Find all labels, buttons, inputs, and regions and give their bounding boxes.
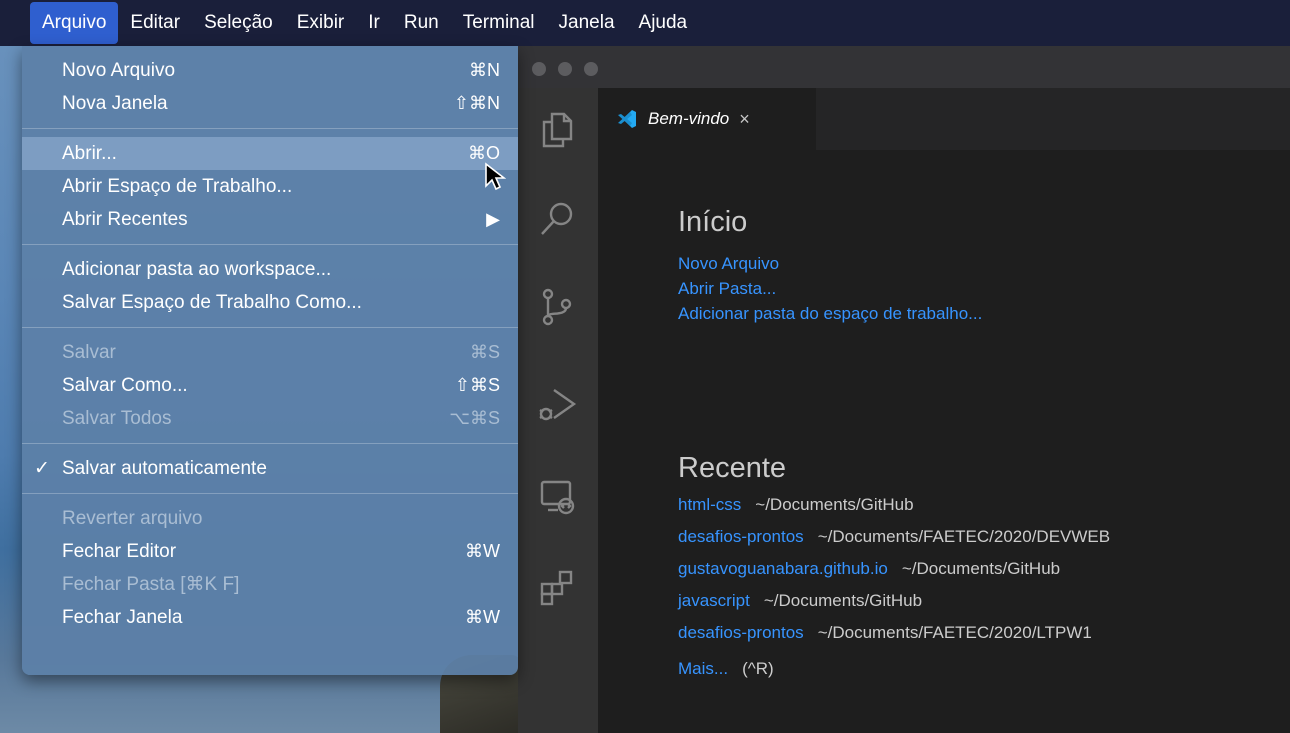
menu-item-label: Abrir Recentes [62, 209, 188, 230]
menu-item-revert-file: Reverter arquivo [22, 502, 518, 535]
menu-item-save: Salvar ⌘S [22, 336, 518, 369]
menu-item-shortcut: ⌘W [465, 607, 500, 627]
menu-item-save-workspace-as[interactable]: Salvar Espaço de Trabalho Como... [22, 286, 518, 319]
recent-item-path: ~/Documents/FAETEC/2020/DEVWEB [817, 527, 1111, 546]
menu-item-label: Salvar Todos [62, 408, 172, 429]
menu-item-label: Salvar Espaço de Trabalho Como... [62, 292, 362, 313]
menu-item-add-folder-workspace[interactable]: Adicionar pasta ao workspace... [22, 253, 518, 286]
vscode-window: Bem-vindo × Início Novo Arquivo Abrir Pa… [518, 46, 1290, 733]
tab-welcome[interactable]: Bem-vindo × [598, 88, 816, 150]
recent-item-path: ~/Documents/GitHub [755, 495, 914, 514]
recent-item-path: ~/Documents/FAETEC/2020/LTPW1 [817, 623, 1092, 642]
remote-explorer-icon[interactable] [534, 474, 580, 520]
file-menu-dropdown: Novo Arquivo ⌘N Nova Janela ⇧⌘N Abrir...… [22, 46, 518, 675]
menu-item-label: Reverter arquivo [62, 508, 203, 529]
close-window-dot[interactable] [532, 62, 546, 76]
menu-item-new-window[interactable]: Nova Janela ⇧⌘N [22, 87, 518, 120]
menu-item-save-all: Salvar Todos ⌥⌘S [22, 402, 518, 435]
menu-separator [22, 493, 518, 494]
add-workspace-folder-link[interactable]: Adicionar pasta do espaço de trabalho... [678, 301, 1278, 326]
menu-item-shortcut: ⌘W [465, 541, 500, 561]
mouse-cursor-icon [485, 162, 506, 191]
menu-run[interactable]: Run [392, 2, 451, 44]
menu-item-shortcut: ⇧⌘S [454, 375, 500, 395]
menu-item-shortcut: ⌘N [469, 60, 500, 80]
menu-item-shortcut: ⌘S [469, 342, 500, 362]
menu-separator [22, 443, 518, 444]
menu-ajuda[interactable]: Ajuda [627, 2, 700, 44]
menu-item-open-workspace[interactable]: Abrir Espaço de Trabalho... [22, 170, 518, 203]
menu-ir[interactable]: Ir [356, 2, 392, 44]
recent-item-name[interactable]: desafios-prontos [678, 623, 804, 642]
menu-item-label: Novo Arquivo [62, 60, 176, 81]
recent-item-name[interactable]: gustavoguanabara.github.io [678, 559, 888, 578]
welcome-page: Início Novo Arquivo Abrir Pasta... Adici… [678, 206, 1278, 685]
menu-item-close-window[interactable]: Fechar Janela ⌘W [22, 601, 518, 634]
menu-janela[interactable]: Janela [547, 2, 627, 44]
menu-separator [22, 244, 518, 245]
menu-item-save-as[interactable]: Salvar Como... ⇧⌘S [22, 369, 518, 402]
menu-item-autosave[interactable]: ✓ Salvar automaticamente [22, 452, 518, 485]
menu-item-open[interactable]: Abrir... ⌘O [22, 137, 518, 170]
menu-item-label: Abrir Espaço de Trabalho... [62, 176, 293, 197]
more-recent-row: Mais... (^R) [678, 653, 1278, 685]
recent-item: desafios-prontos ~/Documents/FAETEC/2020/… [678, 617, 1278, 649]
tab-label: Bem-vindo [648, 109, 730, 128]
checkmark-icon: ✓ [34, 458, 50, 479]
recent-item-name[interactable]: javascript [678, 591, 750, 610]
vscode-logo-icon [618, 110, 636, 128]
menu-item-close-folder: Fechar Pasta [⌘K F] [22, 568, 518, 601]
menu-item-label: Fechar Janela [62, 607, 183, 628]
recent-item-name[interactable]: html-css [678, 495, 741, 514]
more-recent-link[interactable]: Mais... [678, 659, 728, 678]
zoom-window-dot[interactable] [584, 62, 598, 76]
recent-item-name[interactable]: desafios-prontos [678, 527, 804, 546]
menu-item-label: Salvar Como... [62, 375, 188, 396]
menu-item-label: Salvar [62, 342, 116, 363]
menu-item-shortcut: ⌥⌘S [449, 408, 500, 428]
submenu-arrow-icon: ▶ [486, 209, 500, 229]
start-heading: Início [678, 206, 748, 238]
recent-item-path: ~/Documents/GitHub [763, 591, 923, 610]
more-recent-shortcut: (^R) [742, 659, 774, 678]
menu-terminal[interactable]: Terminal [451, 2, 547, 44]
menu-item-label: Fechar Editor [62, 541, 177, 562]
menu-item-new-file[interactable]: Novo Arquivo ⌘N [22, 54, 518, 87]
open-folder-link[interactable]: Abrir Pasta... [678, 276, 1278, 301]
menu-item-close-editor[interactable]: Fechar Editor ⌘W [22, 535, 518, 568]
recent-item: javascript ~/Documents/GitHub [678, 585, 1278, 617]
recent-item: gustavoguanabara.github.io ~/Documents/Gi… [678, 553, 1278, 585]
recent-heading: Recente [678, 452, 787, 484]
recent-item-path: ~/Documents/GitHub [901, 559, 1061, 578]
extensions-icon[interactable] [534, 566, 580, 612]
menu-arquivo[interactable]: Arquivo [30, 2, 119, 44]
editor-tabs: Bem-vindo × [598, 88, 1290, 150]
recent-item: desafios-prontos ~/Documents/FAETEC/2020/… [678, 521, 1278, 553]
menu-item-label: Adicionar pasta ao workspace... [62, 259, 332, 280]
menu-item-open-recent[interactable]: Abrir Recentes ▶ [22, 203, 518, 236]
run-debug-icon[interactable] [534, 382, 580, 428]
menu-item-label: Fechar Pasta [⌘K F] [62, 574, 240, 595]
menu-item-label: Nova Janela [62, 93, 168, 114]
recent-item: html-css ~/Documents/GitHub [678, 489, 1278, 521]
menu-selecao[interactable]: Seleção [192, 2, 285, 44]
menu-separator [22, 327, 518, 328]
activity-bar [518, 88, 598, 733]
menu-item-shortcut: ⇧⌘N [453, 93, 500, 113]
files-icon[interactable] [534, 106, 580, 152]
menu-separator [22, 128, 518, 129]
source-control-icon[interactable] [534, 284, 580, 330]
menu-editar[interactable]: Editar [118, 2, 192, 44]
close-tab-icon[interactable]: × [739, 109, 750, 130]
title-bar [518, 46, 1290, 88]
menu-exibir[interactable]: Exibir [285, 2, 357, 44]
menu-item-label: Salvar automaticamente [62, 458, 267, 479]
search-icon[interactable] [534, 196, 580, 242]
new-file-link[interactable]: Novo Arquivo [678, 251, 1278, 276]
menu-item-label: Abrir... [62, 143, 117, 164]
menu-bar: Arquivo Editar Seleção Exibir Ir Run Ter… [0, 0, 1290, 46]
minimize-window-dot[interactable] [558, 62, 572, 76]
